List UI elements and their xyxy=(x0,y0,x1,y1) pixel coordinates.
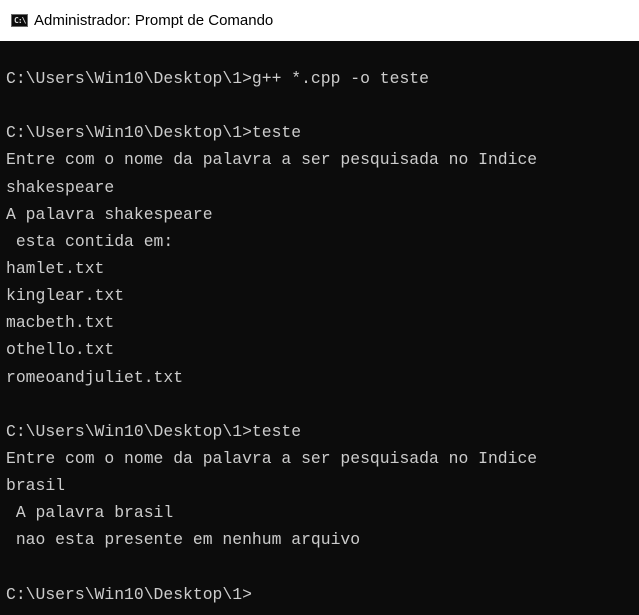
console-line: romeoandjuliet.txt xyxy=(6,367,184,387)
console-line: shakespeare xyxy=(6,177,115,197)
console-line: Entre com o nome da palavra a ser pesqui… xyxy=(6,448,538,468)
console-line: nao esta presente em nenhum arquivo xyxy=(6,530,361,550)
console-line: A palavra brasil xyxy=(6,503,174,523)
window-title: Administrador: Prompt de Comando xyxy=(34,11,274,29)
console-line: A palavra shakespeare xyxy=(6,204,213,224)
console-lines: C:\Users\Win10\Desktop\1>g++ *.cpp -o te… xyxy=(0,41,639,608)
console-line: brasil xyxy=(6,476,66,496)
console-line: Entre com o nome da palavra a ser pesqui… xyxy=(6,150,538,170)
console-line: C:\Users\Win10\Desktop\1>g++ *.cpp -o te… xyxy=(6,69,429,88)
console-line: C:\Users\Win10\Desktop\1>teste xyxy=(6,123,302,143)
cmd-icon-label: C:\ xyxy=(14,16,26,25)
console-line: macbeth.txt xyxy=(6,313,115,333)
command-prompt-window: C:\ Administrador: Prompt de Comando C:\… xyxy=(0,0,639,615)
console-line: kinglear.txt xyxy=(6,286,125,306)
title-bar[interactable]: C:\ Administrador: Prompt de Comando xyxy=(0,0,639,41)
console-output[interactable]: C:\Users\Win10\Desktop\1>g++ *.cpp -o te… xyxy=(0,41,639,615)
console-line: othello.txt xyxy=(6,340,115,360)
console-line: C:\Users\Win10\Desktop\1>teste xyxy=(6,421,302,441)
console-line: C:\Users\Win10\Desktop\1> xyxy=(6,584,252,604)
console-line: hamlet.txt xyxy=(6,258,105,278)
cmd-icon[interactable]: C:\ xyxy=(11,14,28,27)
console-line: esta contida em: xyxy=(6,231,174,251)
